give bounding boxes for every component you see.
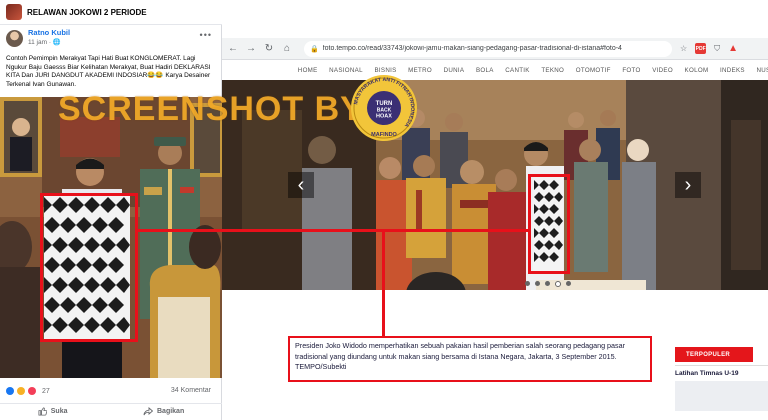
comment-count[interactable]: 34 Komentar <box>171 387 211 394</box>
author-name[interactable]: Ratno Kubil <box>28 28 70 38</box>
sidebar-article-thumb[interactable] <box>675 381 768 411</box>
like-label: Suka <box>50 408 68 415</box>
nav-item-cantik[interactable]: CANTIK <box>499 67 535 74</box>
like-button[interactable]: Suka <box>38 407 68 416</box>
reaction-summary[interactable]: 27 <box>6 387 50 395</box>
group-name[interactable]: RELAWAN JOKOWI 2 PERIODE <box>27 8 147 17</box>
nav-item-kolom[interactable]: KOLOM <box>679 67 714 74</box>
dot-separator: · <box>48 39 52 46</box>
reaction-count: 27 <box>42 387 50 395</box>
share-button[interactable]: Bagikan <box>143 407 184 416</box>
nav-item-foto[interactable]: FOTO <box>617 67 647 74</box>
nav-item-nasional[interactable]: NASIONAL <box>323 67 368 74</box>
lock-icon[interactable]: 🔒 <box>310 45 319 53</box>
sidebar-divider <box>675 365 768 366</box>
nav-item-video[interactable]: VIDEO <box>646 67 678 74</box>
author-avatar[interactable] <box>6 30 23 47</box>
nav-item-home[interactable]: HOME <box>292 67 323 74</box>
group-header[interactable]: RELAWAN JOKOWI 2 PERIODE <box>0 0 222 25</box>
nav-item-tekno[interactable]: TEKNO <box>536 67 570 74</box>
pdf-extension-icon[interactable]: PDF <box>695 43 707 54</box>
seal-mafindo-text: MAFINDO <box>371 132 397 138</box>
nav-item-dunia[interactable]: DUNIA <box>438 67 470 74</box>
connector-line-vertical <box>382 229 385 337</box>
gallery-prev-button[interactable]: ‹ <box>288 172 314 198</box>
post-meta: 11 jam · 🌐 <box>28 38 70 47</box>
turnbackhoax-seal: MASYARAKAT ANTI FITNAH INDONESIA TURN BA… <box>351 75 417 141</box>
nav-item-bisnis[interactable]: BISNIS <box>369 67 403 74</box>
nav-item-indeks[interactable]: INDEKS <box>714 67 750 74</box>
connector-line-horizontal <box>138 229 528 232</box>
url-field[interactable]: 🔒 foto.tempo.co/read/33743/jokowi-jamu-m… <box>304 40 672 57</box>
gallery-dot[interactable] <box>525 281 530 286</box>
back-arrow-icon[interactable]: ← <box>228 43 238 54</box>
forward-arrow-icon[interactable]: → <box>246 43 256 54</box>
love-reaction-icon <box>28 387 36 395</box>
share-label: Bagikan <box>157 408 185 415</box>
post-time[interactable]: 11 jam <box>28 39 47 46</box>
nav-item-bola[interactable]: BOLA <box>470 67 499 74</box>
nav-item-otomotif[interactable]: OTOMOTIF <box>570 67 617 74</box>
nav-item-nusantara[interactable]: NUSANTARA <box>751 67 768 74</box>
gallery-dot[interactable] <box>566 281 571 286</box>
post-header: Ratno Kubil 11 jam · 🌐 ••• <box>0 28 222 52</box>
shield-extension-icon[interactable]: ⛉ <box>714 44 720 54</box>
fb-shirt-highlight <box>40 193 138 342</box>
seal-hoax-text: HOAX <box>376 114 392 120</box>
gallery-dot[interactable] <box>555 280 561 287</box>
like-reaction-icon <box>6 387 14 395</box>
post-text: Contoh Pemimpin Merakyat Tapi Hati Buat … <box>6 55 211 88</box>
reload-icon[interactable]: ↻ <box>264 43 274 54</box>
thumbs-up-icon <box>38 407 47 416</box>
screenshot-composite: RELAWAN JOKOWI 2 PERIODE Ratno Kubil 11 … <box>0 0 768 420</box>
group-avatar[interactable] <box>6 4 22 20</box>
post-actions: Suka Bagikan <box>0 403 222 419</box>
gallery-next-slide[interactable] <box>721 80 768 290</box>
tempo-shirt-highlight <box>528 174 570 274</box>
address-bar: ← → ↻ ⌂ 🔒 foto.tempo.co/read/33743/jokow… <box>222 38 768 60</box>
screenshot-watermark: SCREENSHOT BY <box>58 90 364 128</box>
terpopuler-header[interactable]: TERPOPULER <box>675 347 753 362</box>
warning-extension-icon[interactable]: ▲ <box>728 43 738 54</box>
sidebar-article-title[interactable]: Latihan Timnas U-19 <box>675 370 738 377</box>
globe-icon: 🌐 <box>52 39 61 46</box>
nav-item-metro[interactable]: METRO <box>402 67 437 74</box>
share-arrow-icon <box>143 407 153 416</box>
seal-turn-text: TURN <box>376 101 393 107</box>
url-text[interactable]: foto.tempo.co/read/33743/jokowi-jamu-mak… <box>323 45 622 52</box>
gallery-dot[interactable] <box>535 281 540 286</box>
haha-reaction-icon <box>17 387 25 395</box>
gallery-next-button[interactable]: › <box>675 172 701 198</box>
star-icon[interactable]: ☆ <box>680 44 687 53</box>
more-options-icon[interactable]: ••• <box>200 30 212 40</box>
tempo-navigation: HOME NASIONAL BISNIS METRO DUNIA BOLA CANTIK TE… <box>222 62 768 78</box>
gallery-pagination <box>525 280 571 287</box>
gallery-dot[interactable] <box>545 281 550 286</box>
home-icon[interactable]: ⌂ <box>282 43 292 54</box>
photo-caption: Presiden Joko Widodo memperhatikan sebua… <box>288 336 652 382</box>
